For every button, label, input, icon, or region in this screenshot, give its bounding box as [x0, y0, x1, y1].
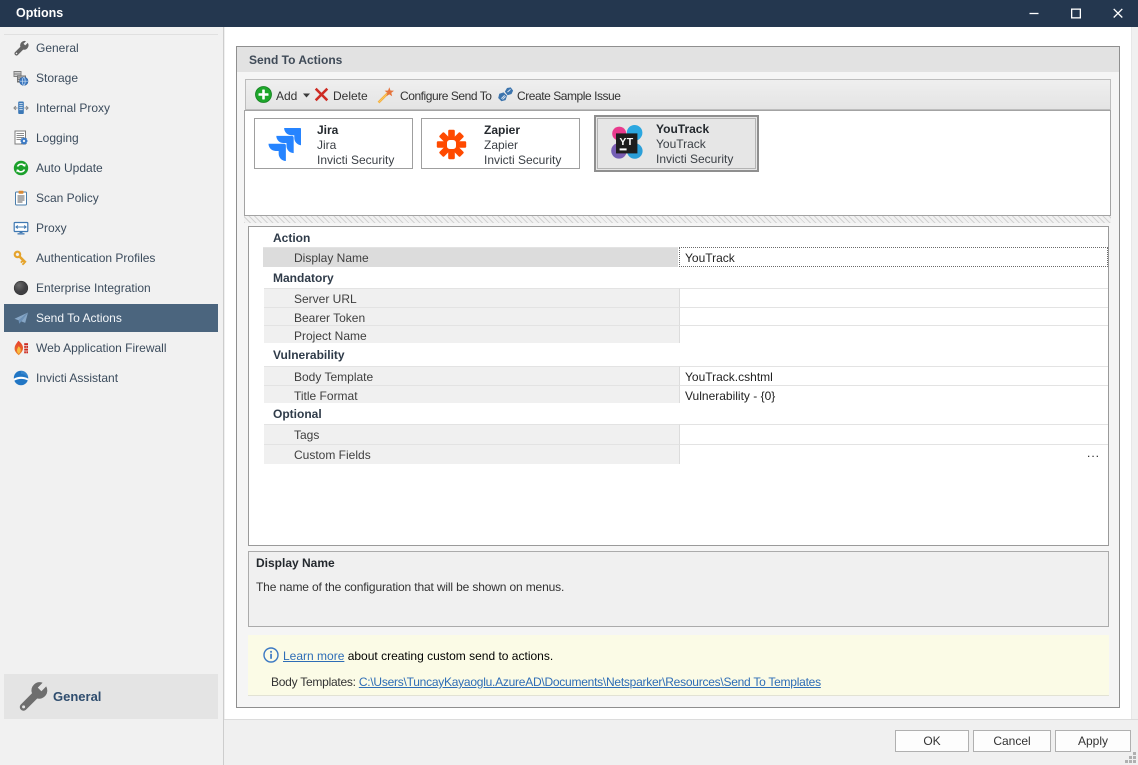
svg-text:YT: YT — [619, 136, 633, 148]
